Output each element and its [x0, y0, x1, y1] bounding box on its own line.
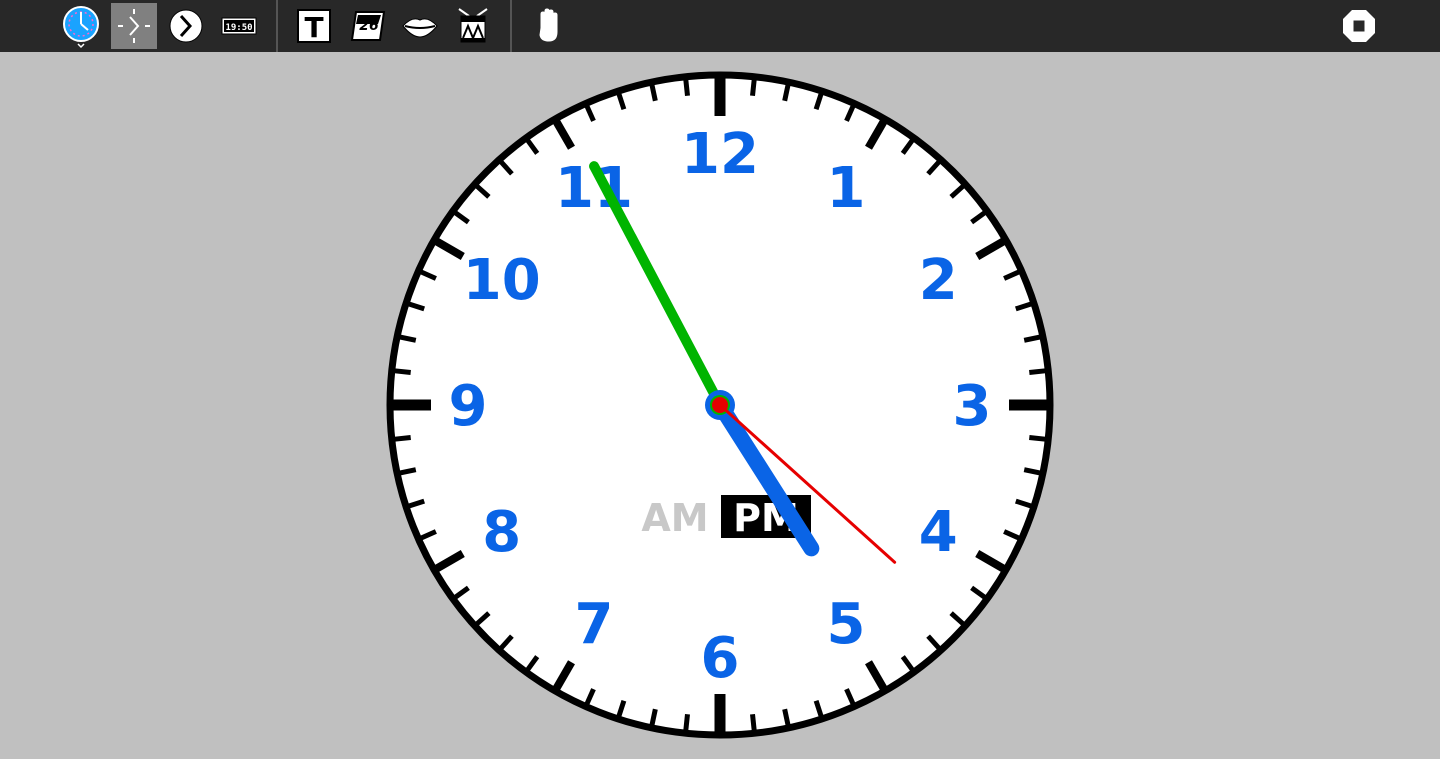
text-time-icon: T [297, 9, 331, 44]
hour-number: 5 [827, 592, 866, 657]
activity-clock-icon [63, 6, 99, 49]
digital-glyph: 19:50 [225, 23, 252, 33]
minute-tick [1029, 435, 1046, 442]
hour-number: 3 [953, 374, 992, 439]
clock-canvas: 12 1 2 3 4 5 6 7 8 9 10 11 AM PM [0, 52, 1440, 759]
analog-clock: 121234567891011 AM PM [386, 71, 1054, 739]
alarm-drum-icon [458, 8, 488, 43]
date-icon: 26 [350, 11, 386, 41]
hour-number: 9 [449, 374, 488, 439]
hour-number: 4 [919, 500, 958, 565]
minute-tick [1023, 467, 1041, 476]
simple-clock-icon [118, 9, 150, 43]
center-hub-inner [712, 397, 728, 413]
toolbar-separator [276, 0, 278, 52]
hour-number: 7 [575, 592, 614, 657]
toolbar: 19:50 T 26 [0, 0, 1440, 52]
minute-tick [750, 79, 757, 96]
minute-tick [399, 467, 417, 476]
activity-clock-button[interactable] [58, 3, 104, 49]
nice-clock-button[interactable] [163, 3, 209, 49]
minute-tick [649, 84, 658, 102]
am-label: AM [641, 496, 708, 540]
stop-icon [1343, 10, 1375, 42]
hour-number: 6 [701, 626, 740, 691]
hour-number: 10 [463, 248, 541, 313]
text-glyph: T [304, 11, 323, 44]
speak-time-icon [402, 18, 438, 38]
minute-tick [750, 714, 757, 731]
toolbar-separator [510, 0, 512, 52]
minute-tick [1029, 368, 1046, 375]
nice-clock-icon [169, 9, 203, 43]
hour-number: 2 [919, 248, 958, 313]
date-glyph: 26 [359, 18, 379, 34]
simple-clock-button[interactable] [111, 3, 157, 49]
minute-tick [394, 368, 411, 375]
alarm-drum-button[interactable] [450, 3, 496, 49]
hour-number: 12 [681, 122, 759, 187]
minute-tick [399, 334, 417, 343]
minute-tick [649, 708, 658, 726]
grab-hands-icon [539, 8, 558, 42]
minute-tick [782, 708, 791, 726]
hour-number: 8 [482, 500, 521, 565]
minute-tick [782, 84, 791, 102]
minute-tick [1023, 334, 1041, 343]
speak-time-button[interactable] [397, 3, 443, 49]
digital-clock-button[interactable]: 19:50 [216, 3, 262, 49]
grab-hands-button[interactable] [525, 3, 571, 49]
minute-tick [394, 435, 411, 442]
digital-clock-icon: 19:50 [221, 17, 257, 35]
text-time-button[interactable]: T [291, 3, 337, 49]
date-button[interactable]: 26 [345, 3, 391, 49]
hour-number: 1 [827, 156, 866, 221]
stop-button[interactable] [1336, 3, 1382, 49]
minute-tick [683, 714, 690, 731]
minute-tick [683, 79, 690, 96]
